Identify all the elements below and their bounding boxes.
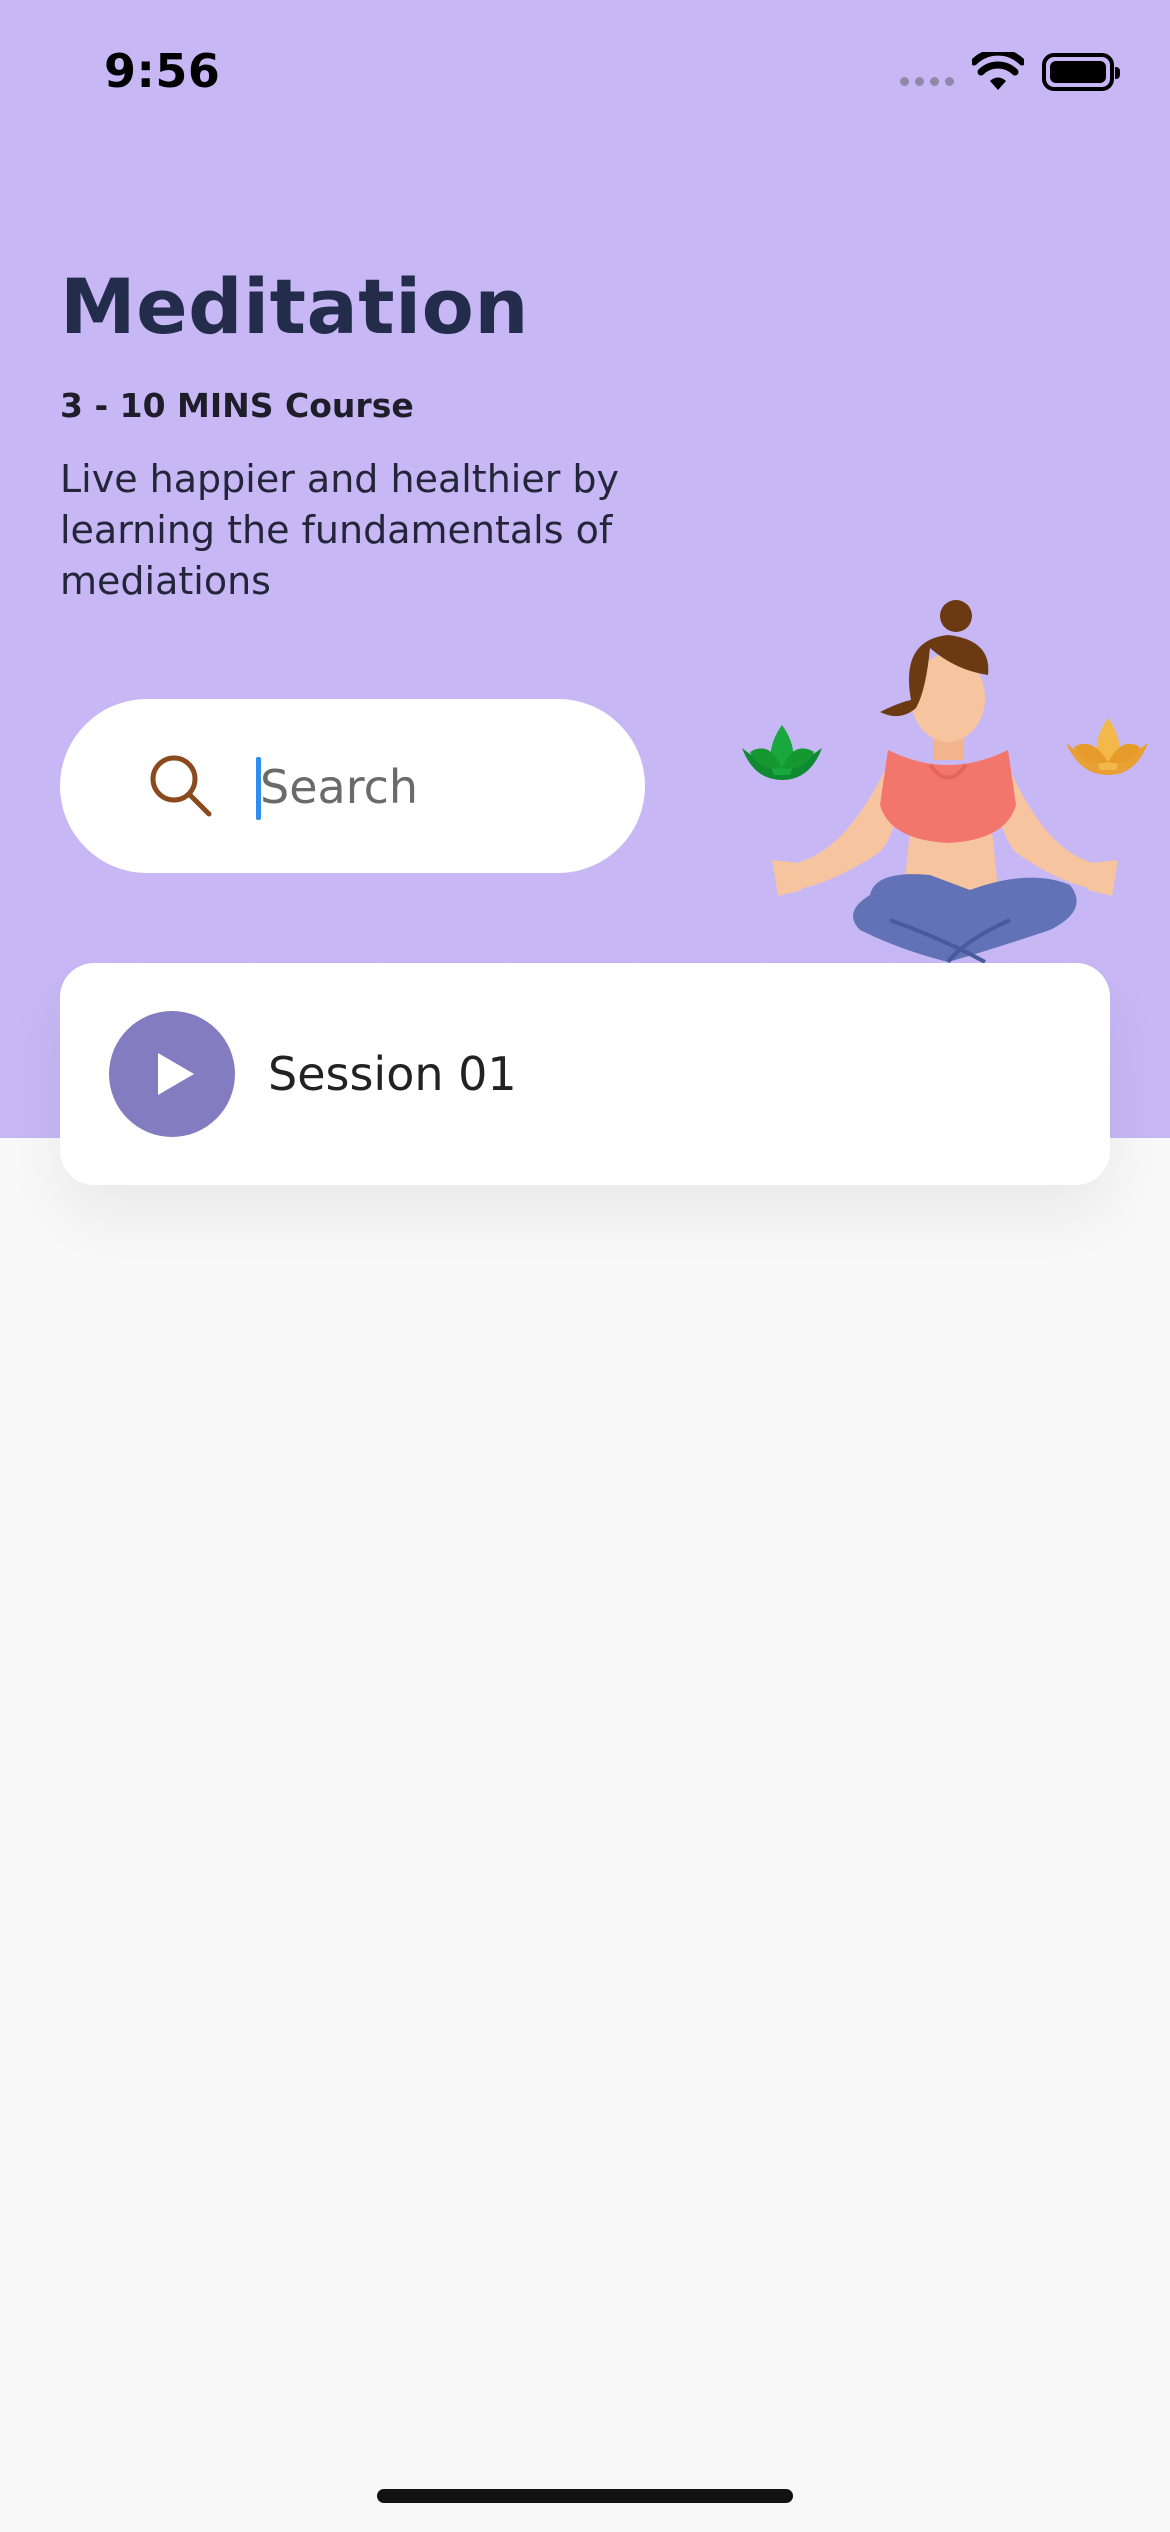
course-duration: 3 - 10 MINS Course — [60, 386, 414, 425]
course-description: Live happier and healthier by learning t… — [60, 457, 620, 603]
status-icons — [900, 52, 1120, 92]
green-lotus-icon — [742, 725, 822, 780]
orange-lotus-icon — [1066, 718, 1148, 775]
session-card[interactable]: Session 01 — [60, 963, 1110, 1185]
status-time: 9:56 — [104, 44, 221, 98]
search-bar[interactable] — [60, 699, 645, 873]
meditating-woman-illustration — [742, 600, 1148, 964]
search-input[interactable] — [260, 749, 620, 825]
home-indicator — [377, 2489, 793, 2503]
play-button[interactable] — [109, 1011, 235, 1137]
wifi-icon — [972, 52, 1024, 90]
cellular-signal-icon — [900, 76, 954, 86]
search-icon — [150, 755, 212, 817]
session-title: Session 01 — [268, 1047, 517, 1101]
play-icon — [158, 1053, 194, 1095]
battery-icon — [1042, 53, 1120, 91]
page-title: Meditation — [60, 262, 529, 351]
